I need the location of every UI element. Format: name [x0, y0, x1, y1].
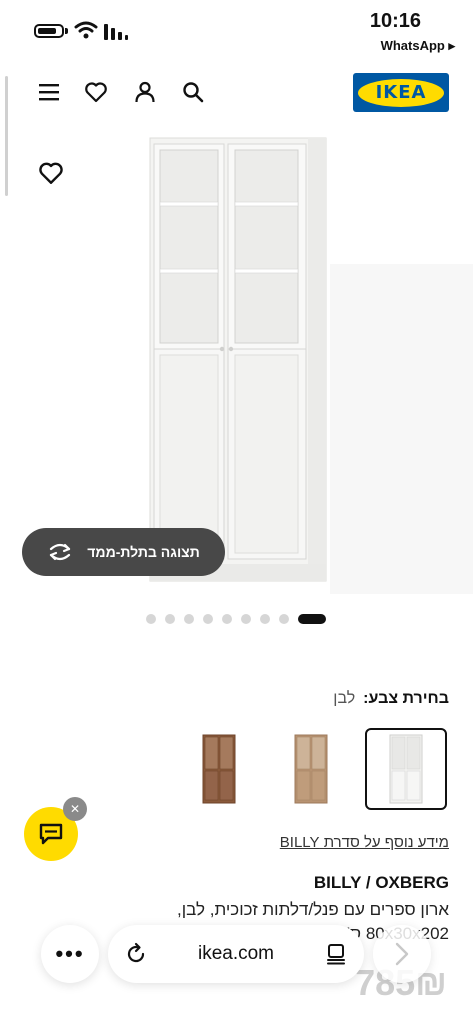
ikea-logo[interactable]: IKEA	[353, 73, 449, 112]
chat-icon	[39, 823, 63, 845]
product-image[interactable]	[148, 136, 328, 583]
carousel-dot[interactable]	[184, 614, 194, 624]
scroll-indicator	[5, 76, 8, 196]
more-icon: •••	[55, 941, 85, 966]
browser-forward-button[interactable]	[373, 925, 431, 983]
wifi-icon	[74, 21, 98, 39]
rotate-3d-icon	[50, 543, 71, 561]
view-3d-button[interactable]: תצוגה בתלת-ממד	[22, 528, 225, 576]
close-icon: ✕	[69, 802, 81, 816]
user-icon[interactable]	[133, 80, 157, 104]
color-label: בחירת צבע:	[363, 690, 449, 707]
product-name: BILLY / OXBERG	[313, 873, 449, 892]
carousel-dot-active[interactable]	[298, 614, 326, 624]
back-to-app-link[interactable]: WhatsApp ▸	[381, 38, 455, 54]
status-bar: 10:16 WhatsApp ▸	[0, 0, 473, 60]
carousel-dot[interactable]	[222, 614, 232, 624]
chevron-right-icon	[395, 942, 409, 966]
swatch-white[interactable]	[365, 728, 447, 810]
ikea-logo-oval: IKEA	[358, 78, 444, 107]
swatch-walnut[interactable]	[178, 728, 260, 810]
carousel-dot[interactable]	[203, 614, 213, 624]
carousel-dot[interactable]	[241, 614, 251, 624]
carousel-dots	[146, 614, 326, 624]
menu-icon[interactable]	[37, 80, 61, 104]
battery-icon	[34, 24, 64, 38]
clock: 10:16	[369, 10, 421, 32]
product-description-line1: ארון ספרים עם פנל/דלתות זכוכית, לבן,	[177, 900, 449, 919]
color-selection: בחירת צבע: לבן	[333, 690, 449, 708]
view-3d-label: תצוגה בתלת-ממד	[87, 544, 200, 560]
carousel-dot[interactable]	[260, 614, 270, 624]
swatch-oak-image	[294, 734, 328, 804]
search-icon[interactable]	[181, 80, 205, 104]
browser-more-button[interactable]: •••	[41, 925, 99, 983]
add-to-favorites-icon[interactable]	[38, 160, 64, 186]
color-value: לבן	[333, 690, 356, 707]
swatch-walnut-image	[202, 734, 236, 804]
ikea-logo-text: IKEA	[375, 82, 427, 103]
swatch-white-image	[389, 734, 423, 804]
browser-url-bar[interactable]: ikea.com	[108, 925, 364, 983]
battery-tip	[65, 28, 68, 34]
signal-icon	[104, 24, 128, 40]
swatch-oak[interactable]	[270, 728, 352, 810]
carousel-dot[interactable]	[279, 614, 289, 624]
tabs-icon[interactable]	[324, 942, 348, 966]
carousel-dot[interactable]	[165, 614, 175, 624]
heart-icon[interactable]	[84, 80, 108, 104]
series-info-link[interactable]: מידע נוסף על סדרת BILLY	[280, 834, 449, 851]
image-background	[330, 264, 473, 594]
carousel-dot[interactable]	[146, 614, 156, 624]
chat-close-button[interactable]: ✕	[63, 797, 87, 821]
